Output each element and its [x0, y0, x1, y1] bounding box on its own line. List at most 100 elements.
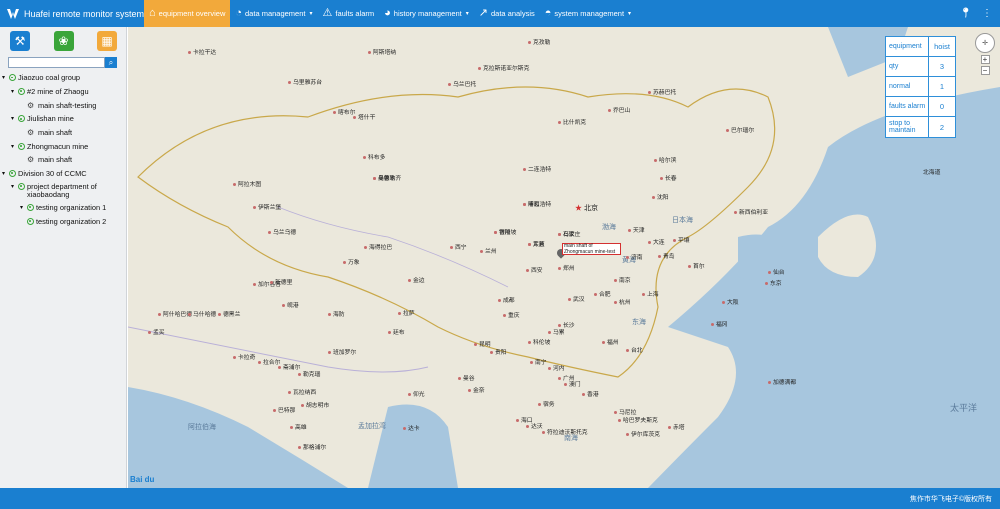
city-label: 阿斯塔纳 [368, 47, 396, 56]
tree-item[interactable]: ▾ project department of xiaobaodang [2, 181, 126, 201]
city-label: 科布多 [363, 152, 385, 161]
city-label: 金边 [408, 275, 425, 284]
zoom-in-button[interactable]: + [980, 55, 990, 64]
main-nav: ⌂ equipment overview ◔ data management ▾ ⚠ fau… [144, 0, 636, 27]
nav-item-0[interactable]: ⌂ equipment overview [144, 0, 231, 27]
expand-arrow-icon[interactable]: ▾ [2, 170, 9, 177]
city-label: 长春 [660, 173, 677, 182]
tree-item[interactable]: ⚙ main shaft [2, 153, 126, 167]
city-label: 班加罗尔 [328, 347, 356, 356]
nav-item-1[interactable]: ◔ data management ▾ [230, 0, 317, 27]
city-label: 德黑兰 [218, 309, 240, 318]
city-label: 兰州 [480, 246, 497, 255]
stats-header-value: hoist [934, 42, 950, 51]
city-label: 平壤 [673, 235, 690, 244]
tree-item[interactable]: ▾ testing organization 1 [2, 201, 126, 215]
zoom-out-button[interactable]: − [980, 66, 990, 75]
nav-item-5[interactable]: ◓ system management ▾ [540, 0, 636, 27]
tree-item[interactable]: ▾ Division 30 of CCMC [2, 167, 126, 181]
city-label: 仙台 [768, 267, 785, 276]
city-label: 拉萨 [398, 308, 415, 317]
status-dot-icon [18, 88, 25, 96]
city-label: 勒克瑙 [298, 369, 320, 378]
tree-item-label: testing organization 1 [36, 202, 107, 212]
tree-item[interactable]: ▾ Zhongmacun mine [2, 139, 126, 153]
tree-item[interactable]: testing organization 2 [2, 214, 126, 228]
expand-arrow-icon[interactable]: ▾ [11, 143, 18, 150]
tree-item[interactable]: ⚙ main shaft-testing [2, 98, 126, 112]
city-label: 伊尔库茨克 [626, 429, 660, 438]
copyright-text: 焦作市华飞电子©版权所有 [909, 496, 992, 503]
tree-search-input[interactable] [8, 57, 105, 68]
city-label: 马什哈德 [188, 309, 216, 318]
map-provider-logo: Bai du [130, 475, 154, 484]
city-label: 伊斯兰堡 [253, 202, 281, 211]
city-label: 乌兰乌德 [268, 227, 296, 236]
nav-item-2[interactable]: ⚠ faults alarm [318, 0, 380, 27]
nav-item-3[interactable]: ◕ history management ▾ [379, 0, 474, 27]
city-label: 比什凯克 [558, 117, 586, 126]
city-label: 香港 [582, 389, 599, 398]
expand-arrow-icon[interactable]: ▾ [20, 204, 27, 211]
city-label: 新西伯利亚 [734, 207, 768, 216]
city-label: 金奈 [468, 385, 485, 394]
nav-item-4[interactable]: ↗ data analysis [474, 0, 540, 27]
city-label: 清迈 [523, 199, 540, 208]
stats-row: stop to maintain 2 [886, 117, 955, 137]
fan-icon[interactable]: ❀ [53, 31, 74, 51]
status-dot-icon [18, 115, 25, 123]
stats-value[interactable]: 3 [929, 57, 955, 76]
city-label: 乌里雅苏台 [288, 77, 322, 86]
expand-arrow-icon[interactable]: ▾ [11, 183, 18, 190]
stats-row: faults alarm 0 [886, 97, 955, 117]
tree-item-label: Division 30 of CCMC [18, 169, 87, 179]
city-label: 巴尔瑙尔 [726, 125, 754, 134]
stats-value[interactable]: 1 [929, 77, 955, 96]
city-label: 克孜勒 [528, 37, 550, 46]
city-label: 卡拉奇 [233, 352, 255, 361]
city-label: 曼德勒 [373, 173, 395, 182]
city-label: 澳门 [564, 379, 581, 388]
stats-key: qty [886, 57, 929, 76]
location-pin-icon[interactable]: 📍︎ [959, 8, 972, 19]
expand-arrow-icon[interactable]: ▾ [11, 115, 18, 122]
status-dot-icon [9, 74, 16, 82]
capital-star-icon: ★ [575, 205, 582, 212]
nav-item-label: data management [245, 8, 306, 18]
tool-icon[interactable]: ⚒ [10, 31, 30, 51]
city-label: 万象 [343, 257, 360, 266]
sea-label: 太平洋 [950, 403, 978, 413]
region-label: 北海道 [923, 170, 941, 176]
city-label: 杭州 [614, 297, 631, 306]
city-label: 东京 [765, 278, 782, 287]
city-label: 吉隆坡 [494, 227, 516, 236]
city-label: 宿务 [538, 399, 555, 408]
city-label: 南宁 [530, 357, 547, 366]
caret-down-icon: ▾ [465, 10, 469, 17]
city-label: 贵阳 [490, 347, 507, 356]
grid-icon[interactable]: ▦ [97, 31, 117, 51]
search-icon[interactable]: ⌕ [105, 57, 117, 68]
top-navbar: Huafei remote monitor system ⌂ equipment … [0, 0, 1000, 27]
tree-item[interactable]: ⚙ main shaft [2, 126, 126, 140]
tree-item[interactable]: ▾ #2 mine of Zhaogu [2, 85, 126, 99]
marker-label[interactable]: main shaft of Zhongmacun mine-test [562, 243, 621, 255]
expand-arrow-icon[interactable]: ▾ [11, 88, 18, 95]
tree-item[interactable]: ▾ Jiaozuo coal group [2, 71, 126, 85]
equipment-tree: ▾ Jiaozuo coal group ▾ #2 mine of Zhaogu ⚙ ma… [2, 71, 126, 228]
gauge-icon: ◓ [544, 7, 552, 19]
tree-item-label: main shaft [38, 155, 73, 165]
gear-icon: ⚙ [27, 128, 35, 138]
dot-menu-icon[interactable]: ⋮ [982, 8, 992, 19]
map-view[interactable]: 渤海 黄海 东海 南海 日本海 太平洋 阿拉伯海 孟加拉湾 北海道 ★ 北京 乌… [128, 27, 1000, 488]
city-label: 成都 [498, 295, 515, 304]
city-label: 福冈 [711, 319, 728, 328]
provider-logo-text: Bai du [130, 475, 155, 484]
tree-item[interactable]: ▾ Jiulishan mine [2, 112, 126, 126]
stats-value[interactable]: 2 [929, 117, 955, 137]
stats-value[interactable]: 0 [929, 97, 955, 116]
expand-arrow-icon[interactable]: ▾ [2, 74, 9, 81]
city-label: 昆明 [474, 339, 491, 348]
city-label: 阿什哈巴德 [158, 309, 192, 318]
pan-control-icon[interactable]: ✛ [975, 33, 995, 53]
